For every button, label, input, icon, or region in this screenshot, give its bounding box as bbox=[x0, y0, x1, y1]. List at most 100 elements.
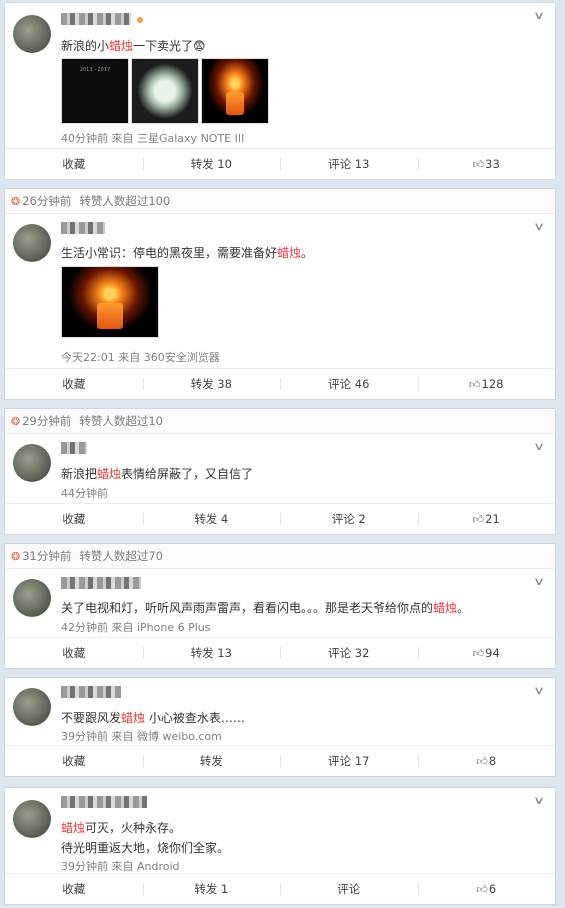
repost-button[interactable]: 转发 38 bbox=[142, 369, 281, 399]
post-card: ∨ 新浪的小蜡烛一下卖光了😨 2013 - 2017 40分钟前 来自 三星Ga… bbox=[4, 2, 556, 180]
username[interactable] bbox=[61, 577, 141, 589]
comment-button[interactable]: 评论 2 bbox=[280, 504, 418, 534]
post-text-part: 关了电视和灯，听听风声雨声雷声，看看闪电。。。那是老天爷给你点的 bbox=[61, 601, 434, 615]
post-text-part: 可灭，火种永存。 bbox=[85, 821, 182, 835]
favorite-button[interactable]: 收藏 bbox=[5, 504, 143, 534]
repost-button[interactable]: 转发 bbox=[142, 746, 281, 776]
repost-button[interactable]: 转发 4 bbox=[142, 504, 281, 534]
comment-button[interactable]: 评论 bbox=[280, 874, 418, 904]
post-text-part: 小心被查水表…… bbox=[145, 711, 245, 725]
repost-button[interactable]: 转发 13 bbox=[142, 638, 281, 668]
username[interactable] bbox=[61, 796, 147, 808]
hot-header: ❂ 29分钟前 转赞人数超过10 bbox=[5, 409, 555, 434]
head-label: 转赞人数超过70 bbox=[79, 549, 163, 563]
avatar[interactable] bbox=[13, 224, 51, 262]
post-image[interactable] bbox=[61, 266, 159, 338]
post-body: ∨ 蜡烛可灭，火种永存。 待光明重返大地，烧你们全家。 39分钟前 来自 And… bbox=[5, 788, 555, 876]
chevron-down-icon[interactable]: ∨ bbox=[533, 440, 545, 453]
head-label: 转赞人数超过100 bbox=[79, 194, 171, 208]
post-card: ∨ 不要跟风发蜡烛 小心被查水表…… 39分钟前 来自 微博 weibo.com… bbox=[4, 677, 556, 777]
post-text-line2: 待光明重返大地，烧你们全家。 bbox=[61, 841, 230, 855]
thumbs-up-icon: 👍︎ bbox=[472, 513, 485, 526]
like-count: 6 bbox=[488, 882, 497, 896]
post-body: ∨ 新浪把蜡烛表情给屏蔽了，又自信了 44分钟前 bbox=[5, 434, 555, 507]
comment-button[interactable]: 评论 17 bbox=[280, 746, 418, 776]
post-meta: 39分钟前 来自 Android bbox=[61, 860, 180, 873]
post-card: ❂ 31分钟前 转赞人数超过70 ∨ 关了电视和灯，听听风声雨声雷声，看看闪电。。。… bbox=[4, 543, 556, 669]
like-button[interactable]: 👍︎8 bbox=[417, 746, 556, 776]
avatar[interactable] bbox=[13, 800, 51, 838]
post-text-part: 生活小常识：停电的黑夜里，需要准备好 bbox=[61, 246, 278, 260]
repost-button[interactable]: 转发 10 bbox=[142, 149, 281, 179]
post-body: ∨ 不要跟风发蜡烛 小心被查水表…… 39分钟前 来自 微博 weibo.com bbox=[5, 678, 555, 748]
post-meta: 今天22:01 来自 360安全浏览器 bbox=[61, 351, 220, 364]
keyword-link[interactable]: 蜡烛 bbox=[61, 821, 85, 835]
chevron-down-icon[interactable]: ∨ bbox=[533, 575, 545, 588]
thumbs-up-icon: 👍︎ bbox=[472, 158, 485, 171]
favorite-button[interactable]: 收藏 bbox=[5, 369, 143, 399]
post-card: ❂ 29分钟前 转赞人数超过10 ∨ 新浪把蜡烛表情给屏蔽了，又自信了 44分钟前 … bbox=[4, 408, 556, 535]
post-text-part: 。 bbox=[457, 601, 470, 615]
like-button[interactable]: 👍︎94 bbox=[417, 638, 556, 668]
post-meta: 40分钟前 来自 三星Galaxy NOTE III bbox=[61, 132, 245, 145]
comment-button[interactable]: 评论 46 bbox=[280, 369, 418, 399]
head-time: 29分钟前 bbox=[22, 414, 72, 428]
post-image[interactable] bbox=[201, 58, 269, 124]
avatar[interactable] bbox=[13, 444, 51, 482]
like-count: 21 bbox=[485, 512, 500, 526]
post-image[interactable] bbox=[131, 58, 199, 124]
post-body: ∨ 关了电视和灯，听听风声雨声雷声，看看闪电。。。那是老天爷给你点的蜡烛。 42… bbox=[5, 569, 555, 641]
like-button[interactable]: 👍︎21 bbox=[417, 504, 556, 534]
comment-button[interactable]: 评论 13 bbox=[280, 149, 418, 179]
post-text-part: 新浪把 bbox=[61, 467, 98, 481]
avatar[interactable] bbox=[13, 15, 51, 53]
keyword-link[interactable]: 蜡烛 bbox=[121, 711, 145, 725]
username[interactable] bbox=[61, 442, 87, 454]
like-button[interactable]: 👍︎128 bbox=[417, 369, 556, 399]
thumbs-up-icon: 👍︎ bbox=[469, 378, 481, 391]
head-time: 31分钟前 bbox=[22, 549, 72, 563]
keyword-link[interactable]: 蜡烛 bbox=[109, 39, 133, 53]
like-count: 33 bbox=[485, 157, 500, 171]
thumbs-up-icon: 👍︎ bbox=[476, 755, 488, 768]
post-text-part: 。 bbox=[301, 246, 314, 260]
keyword-link[interactable]: 蜡烛 bbox=[97, 467, 121, 481]
post-text: 新浪把蜡烛表情给屏蔽了，又自信了 bbox=[61, 465, 253, 482]
action-bar: 收藏 转发 10 评论 13 👍︎33 bbox=[5, 148, 555, 179]
favorite-button[interactable]: 收藏 bbox=[5, 874, 143, 904]
chevron-down-icon[interactable]: ∨ bbox=[533, 794, 545, 807]
like-button[interactable]: 👍︎6 bbox=[417, 874, 556, 904]
keyword-link[interactable]: 蜡烛 bbox=[433, 601, 457, 615]
username[interactable] bbox=[61, 222, 105, 234]
favorite-button[interactable]: 收藏 bbox=[5, 638, 143, 668]
action-bar: 收藏 转发 38 评论 46 👍︎128 bbox=[5, 368, 555, 399]
chevron-down-icon[interactable]: ∨ bbox=[533, 9, 545, 22]
favorite-button[interactable]: 收藏 bbox=[5, 149, 143, 179]
comment-button[interactable]: 评论 32 bbox=[280, 638, 418, 668]
hot-header: ❂ 26分钟前 转赞人数超过100 bbox=[5, 189, 555, 214]
avatar[interactable] bbox=[13, 579, 51, 617]
hot-icon: ❂ bbox=[11, 195, 21, 208]
username[interactable] bbox=[61, 686, 121, 698]
action-bar: 收藏 转发 评论 17 👍︎8 bbox=[5, 745, 555, 776]
like-count: 94 bbox=[485, 646, 500, 660]
post-card: ∨ 蜡烛可灭，火种永存。 待光明重返大地，烧你们全家。 39分钟前 来自 And… bbox=[4, 787, 556, 905]
favorite-button[interactable]: 收藏 bbox=[5, 746, 143, 776]
post-text: 生活小常识：停电的黑夜里，需要准备好蜡烛。 bbox=[61, 244, 313, 261]
chevron-down-icon[interactable]: ∨ bbox=[533, 684, 545, 697]
username[interactable] bbox=[61, 13, 131, 25]
post-text: 新浪的小蜡烛一下卖光了😨 bbox=[61, 37, 206, 54]
repost-button[interactable]: 转发 1 bbox=[142, 874, 281, 904]
chevron-down-icon[interactable]: ∨ bbox=[533, 220, 545, 233]
post-text-part: 一下卖光了😨 bbox=[133, 39, 206, 53]
avatar[interactable] bbox=[13, 688, 51, 726]
image-caption: 2013 - 2017 bbox=[79, 67, 111, 73]
post-meta: 44分钟前 bbox=[61, 487, 108, 500]
post-body: ∨ 生活小常识：停电的黑夜里，需要准备好蜡烛。 今天22:01 来自 360安全… bbox=[5, 214, 555, 372]
post-image[interactable]: 2013 - 2017 bbox=[61, 58, 129, 124]
like-button[interactable]: 👍︎33 bbox=[417, 149, 556, 179]
post-card: ❂ 26分钟前 转赞人数超过100 ∨ 生活小常识：停电的黑夜里，需要准备好蜡烛。 … bbox=[4, 188, 556, 400]
post-body: ∨ 新浪的小蜡烛一下卖光了😨 2013 - 2017 40分钟前 来自 三星Ga… bbox=[5, 3, 555, 151]
keyword-link[interactable]: 蜡烛 bbox=[277, 246, 301, 260]
thumbs-up-icon: 👍︎ bbox=[472, 647, 485, 660]
